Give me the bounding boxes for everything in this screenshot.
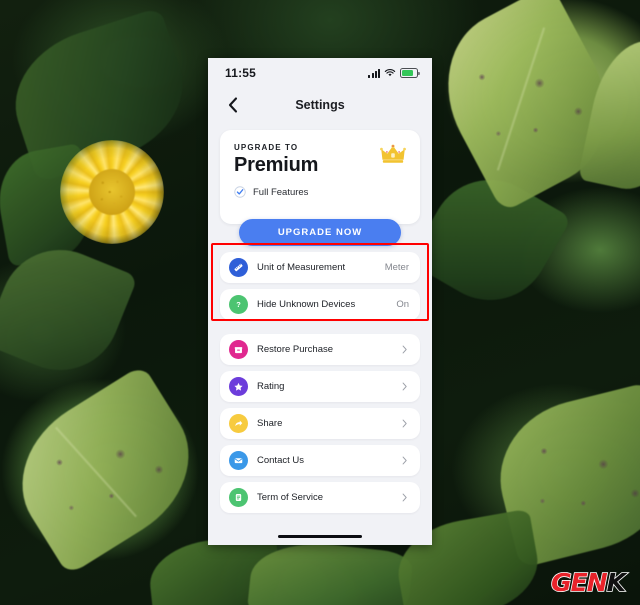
yellow-flower xyxy=(60,140,164,244)
star-icon xyxy=(229,377,248,396)
row-unit-of-measurement[interactable]: Unit of Measurement Meter xyxy=(220,252,420,283)
battery-icon xyxy=(400,68,420,78)
row-label: Rating xyxy=(257,381,285,392)
row-restore-purchase[interactable]: Restore Purchase xyxy=(220,334,420,365)
row-label: Hide Unknown Devices xyxy=(257,299,356,310)
phone-screenshot: 11:55 Settings UPGRADE TO Premium Full F… xyxy=(208,58,432,545)
row-label: Contact Us xyxy=(257,455,304,466)
flower-center-disc xyxy=(89,169,135,215)
document-icon xyxy=(229,488,248,507)
status-time: 11:55 xyxy=(225,66,257,80)
ruler-icon xyxy=(229,258,248,277)
settings-group-secondary: Restore Purchase Rating Share Contact Us… xyxy=(220,334,420,513)
row-share[interactable]: Share xyxy=(220,408,420,439)
row-contact-us[interactable]: Contact Us xyxy=(220,445,420,476)
status-icons xyxy=(368,68,420,78)
question-mark-icon: ? xyxy=(229,295,248,314)
premium-feature-row: Full Features xyxy=(234,186,406,198)
row-label: Restore Purchase xyxy=(257,344,334,355)
crown-icon xyxy=(380,144,406,163)
chevron-left-icon xyxy=(228,97,238,113)
check-circle-icon xyxy=(234,186,246,198)
premium-feature-label: Full Features xyxy=(253,186,309,198)
settings-group-highlighted: Unit of Measurement Meter ? Hide Unknown… xyxy=(220,252,420,320)
chevron-right-icon xyxy=(402,456,407,465)
chevron-right-icon xyxy=(402,345,407,354)
row-term-of-service[interactable]: Term of Service xyxy=(220,482,420,513)
premium-card-wrapper: UPGRADE TO Premium Full Features UPGRADE… xyxy=(220,130,420,246)
genk-watermark: GENK xyxy=(550,568,627,597)
row-value: Meter xyxy=(384,262,409,273)
row-label: Share xyxy=(257,418,283,429)
status-bar: 11:55 xyxy=(208,58,432,88)
svg-text:?: ? xyxy=(236,300,241,309)
envelope-icon xyxy=(229,451,248,470)
cellular-bars-icon xyxy=(368,68,380,78)
upgrade-now-button[interactable]: UPGRADE NOW xyxy=(239,219,401,246)
wifi-icon xyxy=(384,69,396,77)
chevron-right-icon xyxy=(402,419,407,428)
store-icon xyxy=(229,340,248,359)
row-label: Term of Service xyxy=(257,492,323,503)
row-value: On xyxy=(396,299,409,310)
screenshot-root: 11:55 Settings UPGRADE TO Premium Full F… xyxy=(0,0,640,605)
nav-bar: Settings xyxy=(208,88,432,122)
page-title: Settings xyxy=(295,98,345,112)
watermark-k: K xyxy=(606,568,627,597)
watermark-gen: GEN xyxy=(550,568,608,597)
row-rating[interactable]: Rating xyxy=(220,371,420,402)
share-arrow-icon xyxy=(229,414,248,433)
chevron-right-icon xyxy=(402,493,407,502)
home-indicator[interactable] xyxy=(278,534,362,538)
chevron-right-icon xyxy=(402,382,407,391)
row-label: Unit of Measurement xyxy=(257,262,346,273)
back-button[interactable] xyxy=(222,94,244,116)
premium-card: UPGRADE TO Premium Full Features xyxy=(220,130,420,224)
row-hide-unknown-devices[interactable]: ? Hide Unknown Devices On xyxy=(220,289,420,320)
